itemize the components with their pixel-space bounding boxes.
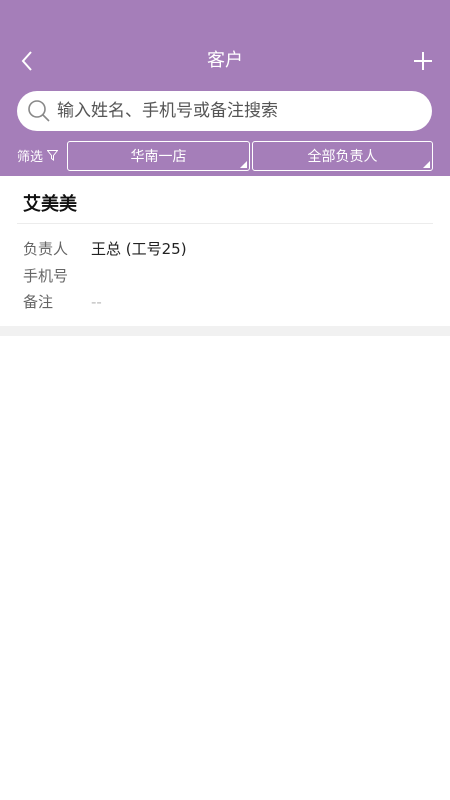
- add-customer-button[interactable]: [408, 46, 438, 76]
- filter-label: 筛选: [17, 150, 44, 165]
- funnel-icon: [47, 150, 59, 161]
- customer-name: 艾美美: [23, 194, 77, 215]
- customer-card[interactable]: 艾美美 负责人 王总 (工号25) 手机号 备注 --: [0, 176, 450, 326]
- screen: 客户 筛选 华南一店: [0, 0, 450, 800]
- owner-dropdown-label: 全部负责人: [307, 149, 378, 165]
- search-input[interactable]: [57, 96, 417, 126]
- search-icon: [27, 99, 51, 123]
- dropdown-corner-icon: [240, 161, 247, 168]
- header-bar: 客户 筛选 华南一店: [0, 0, 450, 176]
- plus-icon: [414, 52, 432, 70]
- owner-dropdown[interactable]: 全部负责人: [252, 141, 433, 171]
- store-dropdown-label: 华南一店: [130, 149, 187, 165]
- field-row-owner: 负责人 王总 (工号25): [23, 238, 187, 259]
- field-label: 手机号: [23, 267, 69, 285]
- dropdown-corner-icon: [423, 161, 430, 168]
- store-dropdown[interactable]: 华南一店: [67, 141, 250, 171]
- field-value: 王总 (工号25): [91, 240, 187, 258]
- field-label: 负责人: [23, 240, 69, 258]
- field-value: --: [91, 292, 102, 311]
- search-bar[interactable]: [17, 91, 432, 131]
- page-title: 客户: [207, 50, 243, 71]
- field-row-note: 备注 --: [23, 291, 102, 312]
- list-separator: [0, 326, 450, 336]
- divider: [17, 223, 433, 224]
- field-label: 备注: [23, 293, 54, 311]
- field-row-phone: 手机号: [23, 265, 91, 286]
- filter-button[interactable]: 筛选: [17, 146, 59, 165]
